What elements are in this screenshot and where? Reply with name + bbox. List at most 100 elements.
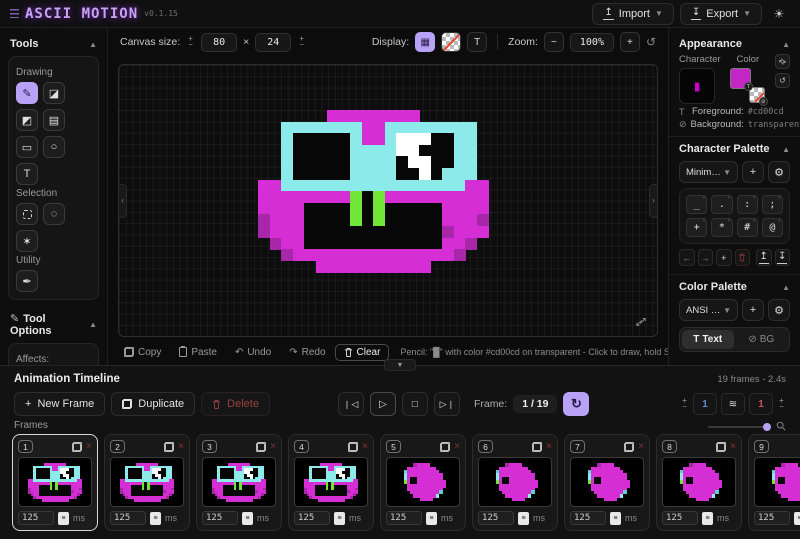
- duplicate-frame-icon[interactable]: [716, 442, 726, 452]
- color-palette-section-header[interactable]: Color Palette ▲: [669, 281, 800, 297]
- text-tool-button[interactable]: T: [16, 163, 38, 185]
- frame-thumbnail[interactable]: [18, 457, 92, 507]
- frame-thumbnail[interactable]: [202, 457, 276, 507]
- frame-card[interactable]: 4×≡ms: [288, 434, 374, 531]
- slider-thumb[interactable]: [763, 423, 771, 431]
- apply-duration-button[interactable]: ≡: [702, 512, 713, 525]
- character-palette-select[interactable]: Minimal ASC ▼: [679, 161, 738, 183]
- drawing-canvas[interactable]: ↗↙ ‹ ›: [118, 64, 658, 337]
- add-character-palette-button[interactable]: +: [742, 161, 764, 183]
- delete-frame-icon[interactable]: ×: [86, 442, 92, 452]
- delete-frame-icon[interactable]: ×: [546, 442, 552, 452]
- onion-next-stepper[interactable]: +−: [777, 398, 786, 410]
- apply-duration-button[interactable]: ≡: [518, 512, 529, 525]
- apply-duration-button[interactable]: ≡: [58, 512, 69, 525]
- duplicate-frame-icon[interactable]: [532, 442, 542, 452]
- frame-duration-input[interactable]: [662, 511, 698, 525]
- export-palette-button[interactable]: ↥: [756, 249, 772, 266]
- canvas-height-input[interactable]: [255, 33, 291, 52]
- duplicate-frame-icon[interactable]: [624, 442, 634, 452]
- stop-button[interactable]: □: [402, 392, 428, 416]
- delete-frame-button[interactable]: Delete: [201, 392, 270, 416]
- delete-frame-icon[interactable]: ×: [730, 442, 736, 452]
- frame-duration-input[interactable]: [202, 511, 238, 525]
- zoom-out-button[interactable]: −: [544, 32, 564, 52]
- zoom-reset-button[interactable]: ↺: [646, 35, 656, 49]
- onion-prev-stepper[interactable]: +−: [680, 398, 689, 410]
- palette-character-button[interactable]: :: [737, 195, 758, 214]
- copy-button[interactable]: Copy: [120, 345, 165, 360]
- frame-card[interactable]: 7×≡ms: [564, 434, 650, 531]
- frame-card[interactable]: 8×≡ms: [656, 434, 742, 531]
- import-button[interactable]: ↥ Import ▼: [592, 3, 674, 25]
- apply-duration-button[interactable]: ≡: [426, 512, 437, 525]
- text-display-toggle[interactable]: T: [467, 32, 487, 52]
- color-palette-select[interactable]: ANSI 16-Col ▼: [679, 299, 738, 321]
- frame-card[interactable]: 1×≡ms: [12, 434, 98, 531]
- frame-card[interactable]: 6×≡ms: [472, 434, 558, 531]
- frame-thumbnail[interactable]: [386, 457, 460, 507]
- apply-duration-button[interactable]: ≡: [150, 512, 161, 525]
- frame-duration-input[interactable]: [478, 511, 514, 525]
- previous-character-button[interactable]: ←: [679, 249, 695, 266]
- frame-thumbnail[interactable]: [478, 457, 552, 507]
- palette-character-button[interactable]: @: [762, 218, 783, 237]
- frame-thumbnail[interactable]: [662, 457, 736, 507]
- tool-options-section-header[interactable]: ✎Tool Options ▲: [0, 306, 107, 341]
- frame-card[interactable]: 5×≡ms: [380, 434, 466, 531]
- new-frame-button[interactable]: +New Frame: [14, 392, 105, 416]
- magic-wand-tool-button[interactable]: ✶: [16, 230, 38, 252]
- frame-thumbnail[interactable]: [754, 457, 800, 507]
- palette-character-button[interactable]: .: [711, 195, 732, 214]
- duplicate-frame-button[interactable]: Duplicate: [111, 392, 195, 416]
- left-panel-handle[interactable]: ‹: [118, 184, 127, 218]
- pencil-tool-button[interactable]: ✎: [16, 82, 38, 104]
- import-palette-button[interactable]: ↧: [775, 249, 791, 266]
- first-frame-button[interactable]: ❘◁: [338, 392, 364, 416]
- bg-color-tab[interactable]: ⊘BG: [736, 330, 788, 349]
- frame-duration-input[interactable]: [570, 511, 606, 525]
- frame-duration-input[interactable]: [294, 511, 330, 525]
- tools-section-header[interactable]: Tools ▲: [0, 32, 107, 54]
- palette-character-button[interactable]: +: [686, 218, 707, 237]
- height-stepper[interactable]: +−: [297, 36, 306, 48]
- frame-card[interactable]: 3×≡ms: [196, 434, 282, 531]
- frame-thumbnail[interactable]: [110, 457, 184, 507]
- timeline-collapse-handle[interactable]: ▼: [384, 359, 416, 371]
- redo-button[interactable]: ↷Redo: [285, 345, 329, 360]
- onion-skin-toggle[interactable]: ≋: [721, 393, 745, 415]
- add-character-button[interactable]: +: [716, 249, 732, 266]
- duplicate-frame-icon[interactable]: [256, 442, 266, 452]
- apply-duration-button[interactable]: ≡: [334, 512, 345, 525]
- delete-frame-icon[interactable]: ×: [270, 442, 276, 452]
- delete-character-button[interactable]: [735, 249, 751, 266]
- ellipse-tool-button[interactable]: ○: [43, 136, 65, 158]
- zoom-in-button[interactable]: +: [620, 32, 640, 52]
- reset-colors-button[interactable]: ↺: [775, 73, 790, 88]
- delete-frame-icon[interactable]: ×: [454, 442, 460, 452]
- loop-toggle-button[interactable]: ↻: [563, 392, 589, 416]
- lasso-tool-button[interactable]: ◌: [43, 203, 65, 225]
- palette-character-button[interactable]: *: [711, 218, 732, 237]
- paste-button[interactable]: Paste: [175, 345, 221, 360]
- character-swatch[interactable]: ▮: [679, 68, 715, 104]
- duplicate-frame-icon[interactable]: [348, 442, 358, 452]
- select-tool-button[interactable]: [16, 203, 38, 225]
- frame-duration-input[interactable]: [386, 511, 422, 525]
- delete-frame-icon[interactable]: ×: [638, 442, 644, 452]
- width-stepper[interactable]: +−: [186, 36, 195, 48]
- undo-button[interactable]: ↶Undo: [231, 345, 275, 360]
- palette-character-button[interactable]: ;: [762, 195, 783, 214]
- apply-duration-button[interactable]: ≡: [242, 512, 253, 525]
- palette-character-button[interactable]: _: [686, 195, 707, 214]
- fill-tool-button[interactable]: ◩: [16, 109, 38, 131]
- export-button[interactable]: ↧ Export ▼: [680, 3, 762, 25]
- duplicate-frame-icon[interactable]: [164, 442, 174, 452]
- duplicate-frame-icon[interactable]: [440, 442, 450, 452]
- duplicate-frame-icon[interactable]: [72, 442, 82, 452]
- swap-colors-button[interactable]: ⇄: [775, 54, 790, 69]
- next-character-button[interactable]: →: [698, 249, 714, 266]
- eyedropper-tool-button[interactable]: ✒: [16, 270, 38, 292]
- rectangle-tool-button[interactable]: ▭: [16, 136, 38, 158]
- last-frame-button[interactable]: ▷❘: [434, 392, 460, 416]
